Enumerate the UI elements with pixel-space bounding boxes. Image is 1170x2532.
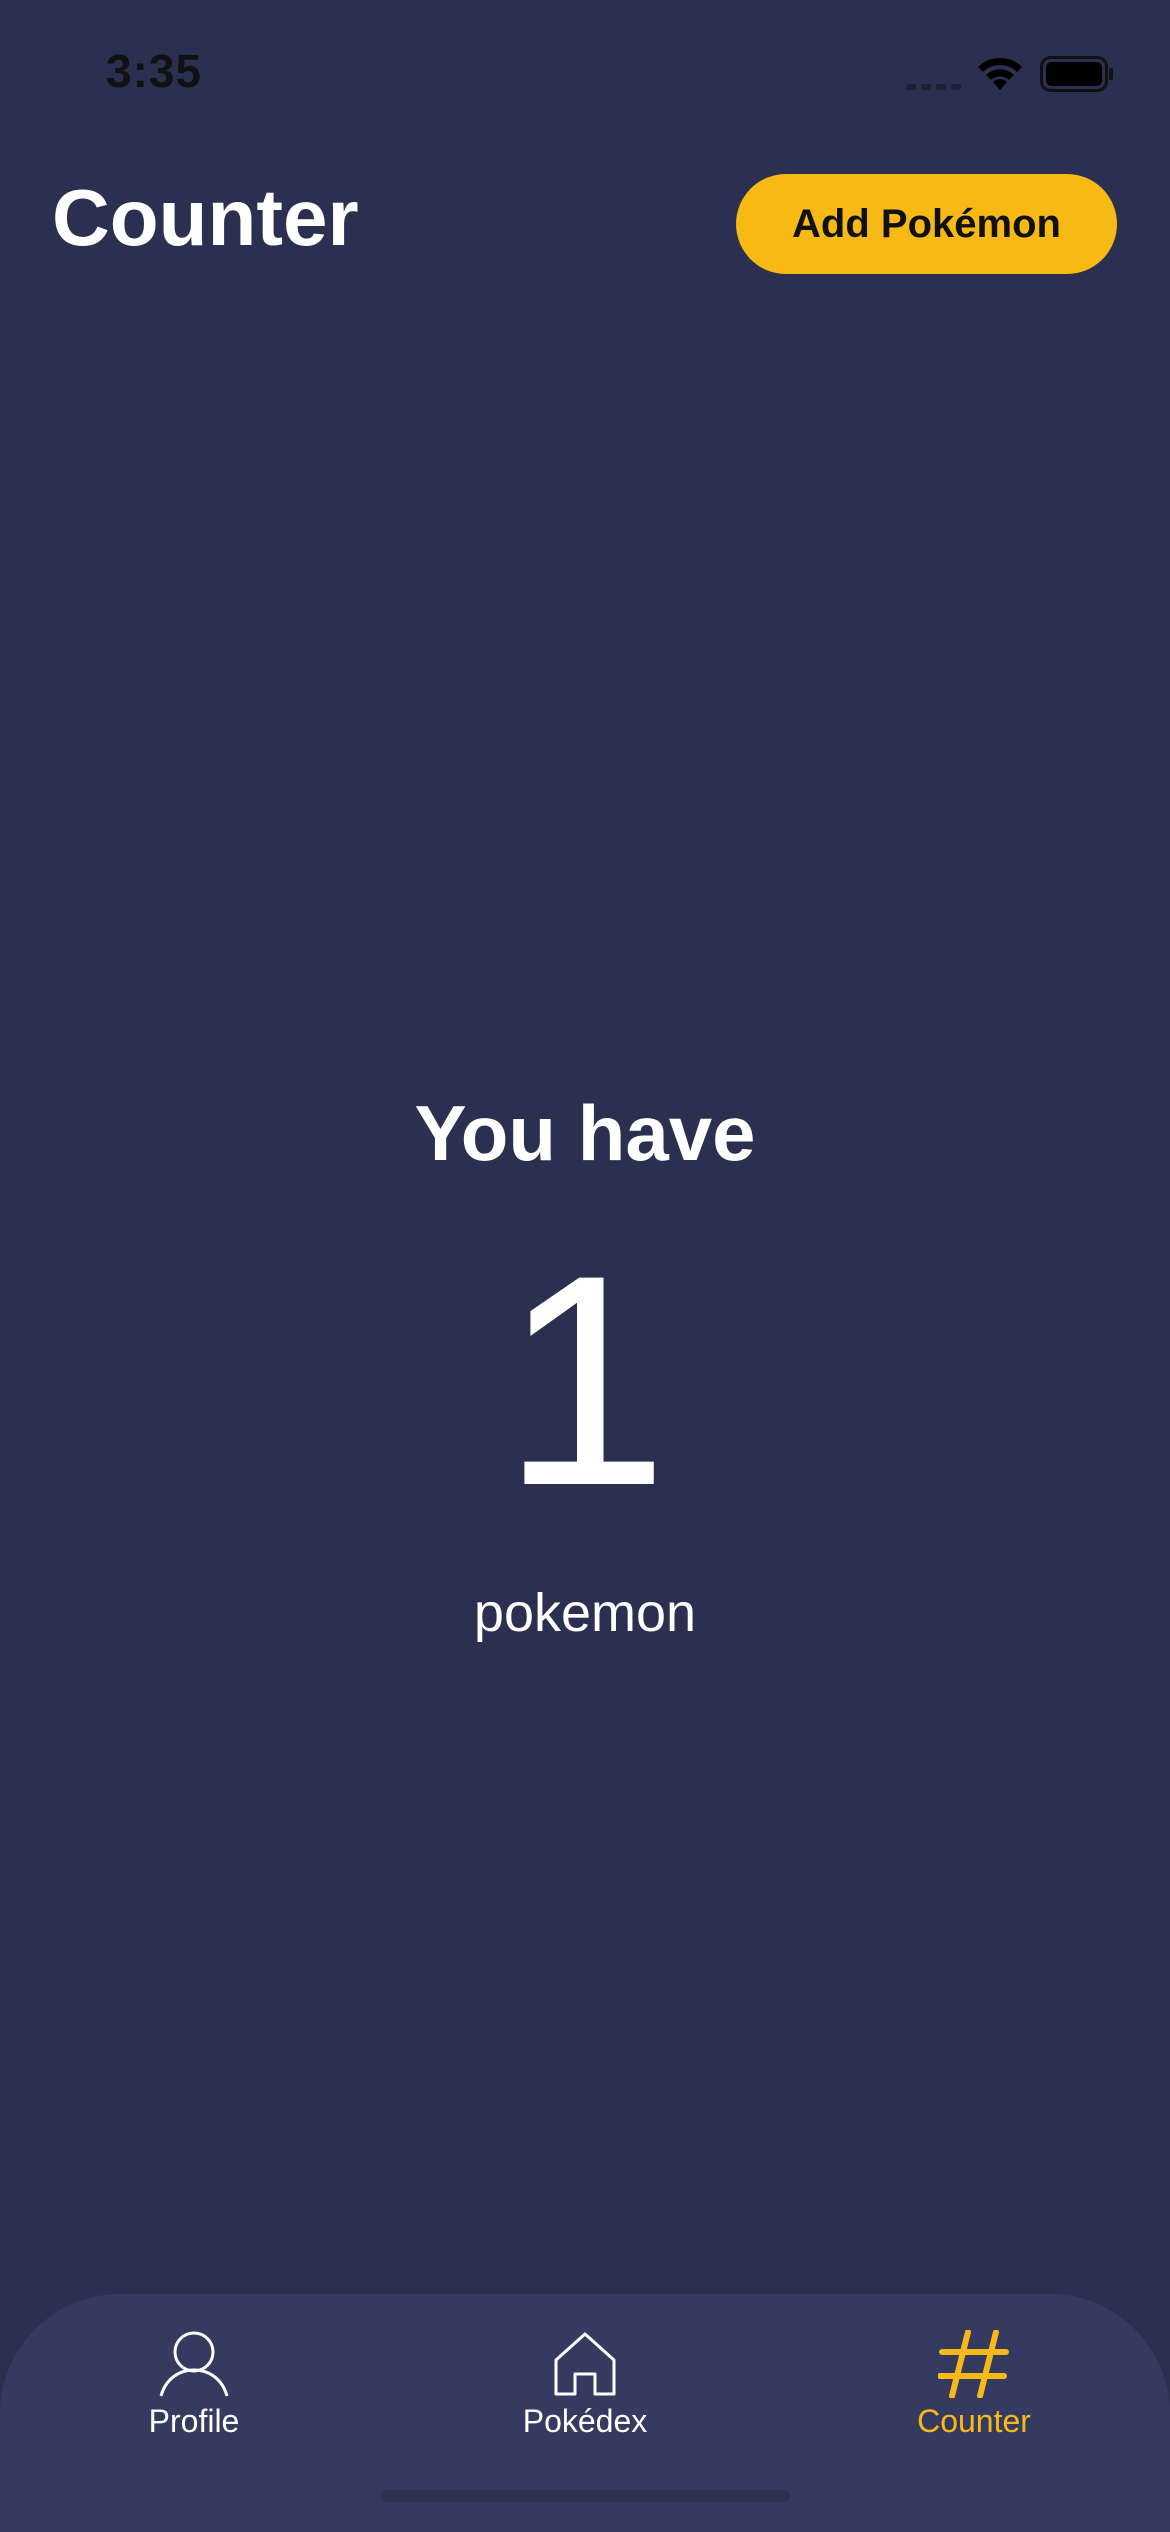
counter-heading: You have <box>414 1089 756 1177</box>
counter-value: 1 <box>501 1212 669 1548</box>
page-title: Counter <box>52 173 359 262</box>
tab-pokedex[interactable]: Pokédex <box>465 2330 705 2450</box>
wifi-icon <box>978 57 1022 90</box>
home-indicator <box>380 2490 790 2502</box>
counter-screen: 3:35 Counter Add Pokémon You have 1 poke… <box>0 0 1170 2532</box>
hash-icon <box>938 2330 1009 2398</box>
cellular-signal-icon <box>906 84 961 90</box>
status-bar: 3:35 <box>0 0 1170 150</box>
battery-icon <box>1040 56 1113 92</box>
counter-unit: pokemon <box>473 1583 697 1643</box>
tab-counter[interactable]: Counter <box>854 2330 1094 2450</box>
tab-profile[interactable]: Profile <box>74 2330 314 2450</box>
status-time: 3:35 <box>106 45 203 97</box>
person-icon <box>159 2331 229 2397</box>
tab-pokedex-label: Pokédex <box>522 2403 648 2439</box>
tab-counter-label: Counter <box>917 2403 1031 2439</box>
house-icon <box>554 2332 616 2396</box>
tab-profile-label: Profile <box>148 2403 240 2439</box>
add-pokemon-button[interactable]: Add Pokémon <box>736 174 1117 274</box>
